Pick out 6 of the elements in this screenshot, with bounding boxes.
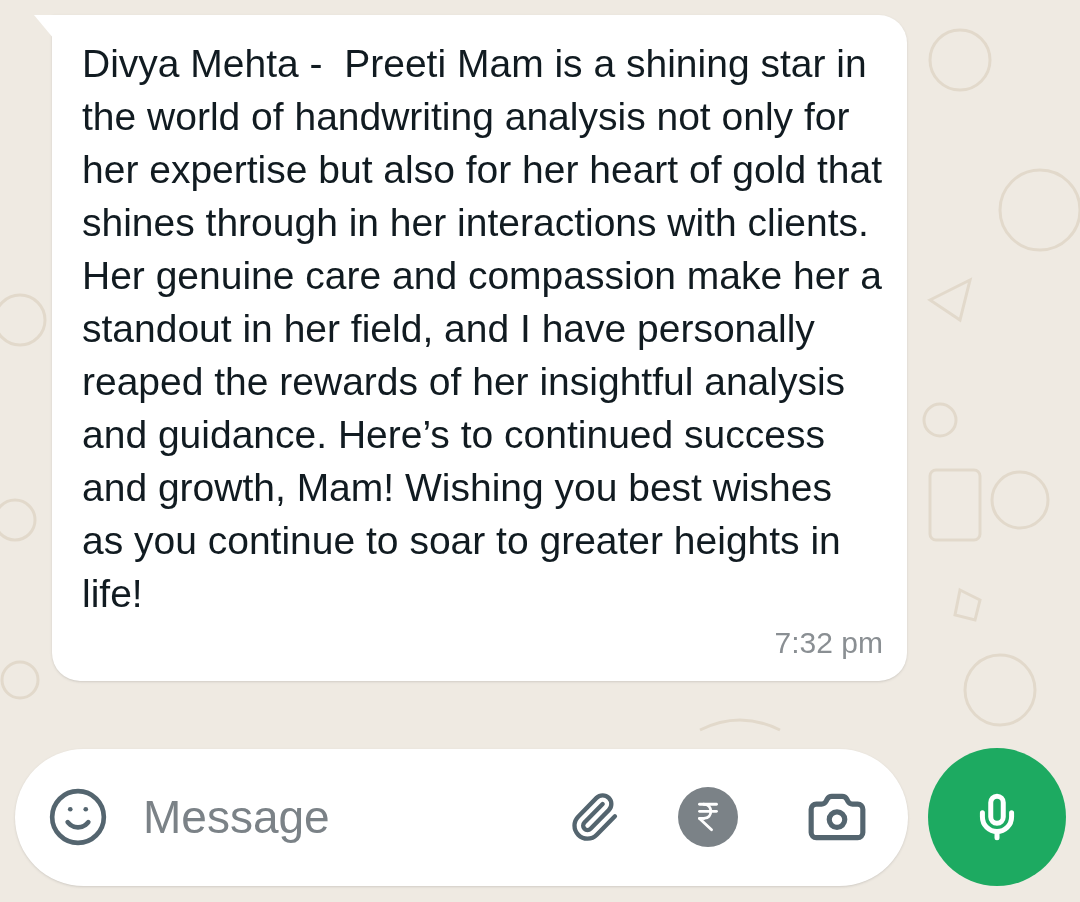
- emoji-icon[interactable]: [47, 786, 109, 848]
- payment-button[interactable]: [678, 787, 738, 847]
- message-field[interactable]: Message: [143, 782, 568, 852]
- message-time: 7:32 pm: [774, 625, 883, 661]
- input-bar[interactable]: Message: [15, 748, 908, 886]
- message-text: Divya Mehta - Preeti Mam is a shining star in the world of handwriting analysis not only for her expertise but also for her heart of gold that shines through in her interactions with clients. Her genuine care and compassion make her a standout in her field, and I have personally reaped the rewards of her insightful analysis and guidance. Here’s to continued success and growth, Mam! Wishing you best wishes as you continue to soar to greater heights in life!: [82, 41, 882, 617]
